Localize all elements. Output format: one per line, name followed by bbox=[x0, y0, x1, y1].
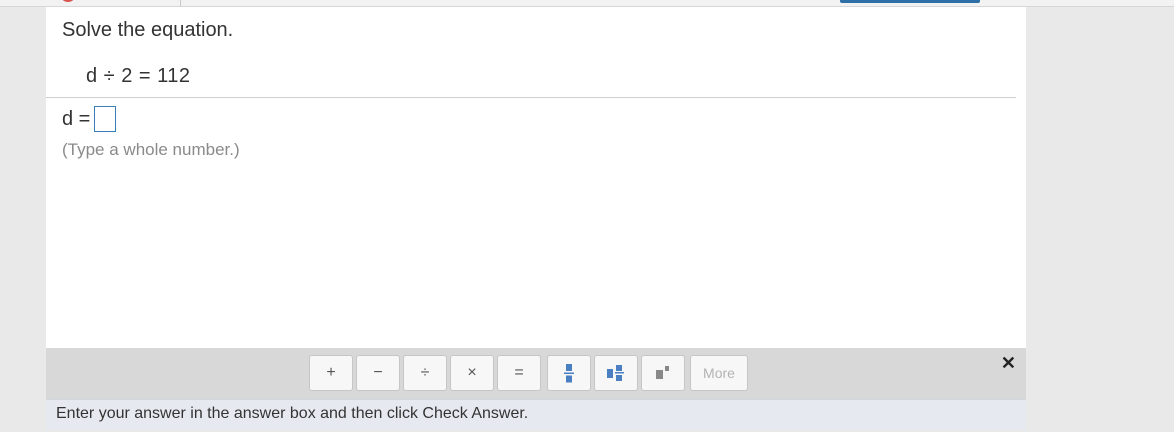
top-status-indicator bbox=[60, 0, 76, 2]
exponent-button[interactable] bbox=[641, 355, 685, 391]
plus-button[interactable]: + bbox=[309, 355, 353, 391]
plus-icon: + bbox=[326, 364, 336, 381]
equals-button[interactable]: = bbox=[497, 355, 541, 391]
answer-row: d = bbox=[62, 106, 117, 132]
mixed-number-icon bbox=[607, 365, 624, 381]
footer-bar: Enter your answer in the answer box and … bbox=[46, 399, 1026, 430]
times-icon: × bbox=[467, 364, 477, 381]
top-divider bbox=[180, 0, 181, 6]
times-button[interactable]: × bbox=[450, 355, 494, 391]
question-panel: Solve the equation. d ÷ 2 = 112 d = (Typ… bbox=[46, 7, 1026, 348]
more-button[interactable]: More bbox=[690, 355, 748, 391]
answer-hint: (Type a whole number.) bbox=[62, 140, 240, 159]
page: Solve the equation. d ÷ 2 = 112 d = (Typ… bbox=[0, 0, 1174, 432]
minus-button[interactable]: − bbox=[356, 355, 400, 391]
equals-icon: = bbox=[514, 364, 524, 381]
minus-icon: − bbox=[373, 364, 383, 381]
question-instruction: Solve the equation. bbox=[62, 19, 234, 41]
question-equation: d ÷ 2 = 112 bbox=[86, 65, 191, 87]
top-strip bbox=[0, 0, 1174, 7]
divide-icon: ÷ bbox=[420, 364, 430, 381]
top-action-button[interactable] bbox=[840, 0, 980, 3]
math-toolbar: + − ÷ × = More ✕ bbox=[46, 348, 1026, 399]
fraction-icon bbox=[564, 364, 574, 383]
footer-instructions: Enter your answer in the answer box and … bbox=[56, 405, 529, 422]
divider bbox=[46, 97, 1016, 98]
exponent-icon bbox=[656, 366, 669, 379]
close-icon[interactable]: ✕ bbox=[1001, 353, 1016, 374]
answer-input[interactable] bbox=[94, 106, 117, 132]
fraction-button[interactable] bbox=[547, 355, 591, 391]
mixed-number-button[interactable] bbox=[594, 355, 638, 391]
answer-label: d = bbox=[62, 107, 91, 130]
divide-button[interactable]: ÷ bbox=[403, 355, 447, 391]
